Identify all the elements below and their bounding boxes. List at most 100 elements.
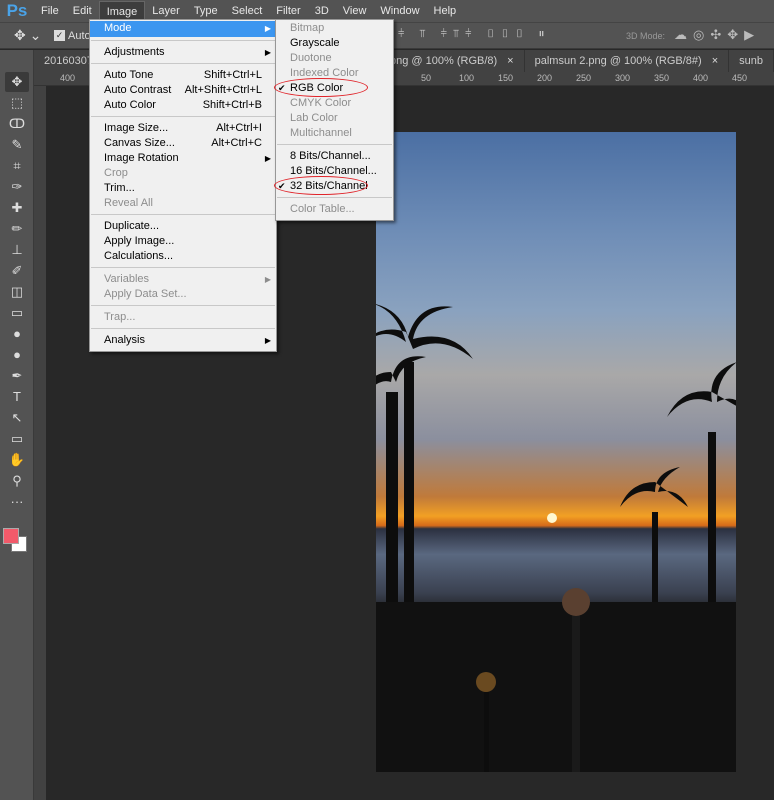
ruler-tick-label: 50 [421,73,432,83]
move-tool-icon[interactable]: ✥ ⌄ [14,27,41,44]
foreground-color-swatch[interactable] [3,528,19,544]
3d-tool-icons[interactable]: ☁◎✣✥▶ [674,27,760,43]
tab-label: sunb [739,55,763,67]
menu-separator [91,328,275,329]
ruler-tick-label: 250 [576,73,592,83]
menu-item-label: Image Size... [104,122,169,134]
menu-item-auto-contrast[interactable]: Auto Contrast Alt+Shift+Ctrl+L [90,83,276,98]
annotation-circle [274,78,368,97]
menu-item-label: Image Rotation [104,152,179,164]
menu-item-label: Crop [104,167,128,179]
document-tab[interactable]: sunb [729,50,774,72]
ruler-tick-label: 200 [537,73,553,83]
menu-select[interactable]: Select [225,1,270,21]
menu-item-adjustments[interactable]: Adjustments ▶ [90,45,276,60]
menu-item-8-bits-channel[interactable]: 8 Bits/Channel... [276,149,393,164]
menu-type[interactable]: Type [187,1,225,21]
menu-item-label: Duplicate... [104,220,160,232]
menu-item-crop: Crop [90,166,276,181]
more-icon[interactable]: ··· [5,492,29,512]
menu-item-grayscale[interactable]: Grayscale [276,36,393,51]
menu-edit[interactable]: Edit [66,1,99,21]
eraser-icon[interactable]: ◫ [5,282,29,302]
submenu-arrow-icon: ▶ [264,275,271,284]
menu-separator [91,116,275,117]
menu-separator [91,40,275,41]
ruler-tick-label: 300 [615,73,631,83]
gradient-icon[interactable]: ▭ [5,303,29,323]
document-tab[interactable]: palmsun 2.png @ 100% (RGB/8#) × [525,50,730,72]
menu-item-image-size[interactable]: Image Size... Alt+Ctrl+I [90,121,276,136]
menu-filter[interactable]: Filter [269,1,307,21]
menu-item-auto-tone[interactable]: Auto Tone Shift+Ctrl+L [90,68,276,83]
shape-icon[interactable]: ▭ [5,429,29,449]
zoom-icon[interactable]: ⚲ [5,471,29,491]
menu-item-bitmap: Bitmap [276,21,393,36]
align-icons[interactable]: ⫩ ⫪ ⫩⫪⫩ ▯▯▯ ⏸ [398,28,550,41]
menu-item-label: Apply Data Set... [104,288,187,300]
healing-icon[interactable]: ✚ [5,198,29,218]
ruler-tick-label: 400 [60,73,76,83]
menu-item-mode[interactable]: Mode ▶ [90,21,276,37]
menu-item-32-bits-channel[interactable]: ✔ 32 Bits/Channel [274,176,393,195]
crop-icon[interactable]: ⌗ [5,156,29,176]
menu-item-analysis[interactable]: Analysis ▶ [90,333,276,348]
menu-item-variables: Variables ▶ [90,272,276,287]
stamp-icon[interactable]: ⊥ [5,240,29,260]
menu-item-image-rotation[interactable]: Image Rotation ▶ [90,151,276,166]
menu-view[interactable]: View [336,1,374,21]
menu-item-label: Color Table... [290,203,355,215]
close-tab-icon[interactable]: × [507,55,513,67]
blur-icon[interactable]: ● [5,324,29,344]
brush-icon[interactable]: ✏ [5,219,29,239]
menu-item-label: Grayscale [290,37,340,49]
menu-item-shortcut: Shift+Ctrl+B [202,99,262,111]
menu-item-label: Lab Color [290,112,338,124]
menu-3d[interactable]: 3D [308,1,336,21]
close-tab-icon[interactable]: × [712,55,718,67]
marquee-icon[interactable]: ⬚ [5,93,29,113]
menu-item-cmyk-color: CMYK Color [276,96,393,111]
move-icon[interactable]: ✥ [5,72,29,92]
menu-item-auto-color[interactable]: Auto Color Shift+Ctrl+B [90,98,276,113]
dodge-icon[interactable]: ● [5,345,29,365]
menu-item-label: Multichannel [290,127,352,139]
menu-item-label: 16 Bits/Channel... [290,165,377,177]
menu-item-shortcut: Alt+Ctrl+C [211,137,262,149]
menu-item-shortcut: Shift+Ctrl+L [203,69,262,81]
menu-file[interactable]: File [34,1,66,21]
menu-item-duplicate[interactable]: Duplicate... [90,219,276,234]
menu-item-reveal-all: Reveal All [90,196,276,211]
quick-select-icon[interactable]: ✎ [5,135,29,155]
menu-layer[interactable]: Layer [145,1,187,21]
lasso-icon[interactable]: ↀ [5,114,29,134]
menu-item-canvas-size[interactable]: Canvas Size... Alt+Ctrl+C [90,136,276,151]
menu-item-duotone: Duotone [276,51,393,66]
submenu-arrow-icon: ▶ [264,48,271,57]
menu-separator [91,63,275,64]
menu-window[interactable]: Window [373,1,426,21]
ruler-tick-label: 100 [459,73,475,83]
menu-separator [277,144,392,145]
menu-item-apply-image[interactable]: Apply Image... [90,234,276,249]
menu-item-trim[interactable]: Trim... [90,181,276,196]
hand-icon[interactable]: ✋ [5,450,29,470]
type-icon[interactable]: T [5,387,29,407]
menu-help[interactable]: Help [427,1,464,21]
menu-item-rgb-color[interactable]: ✔ RGB Color [274,78,393,97]
menu-item-color-table: Color Table... [276,202,393,217]
menu-item-label: Calculations... [104,250,174,262]
menu-item-label: Variables [104,273,150,285]
submenu-arrow-icon: ▶ [264,154,271,163]
menu-separator [91,267,275,268]
menu-image[interactable]: Image [98,1,146,21]
pen-icon[interactable]: ✒ [5,366,29,386]
auto-select-checkbox[interactable]: ✓ [54,30,65,41]
menu-item-label: Canvas Size... [104,137,175,149]
menu-separator [91,214,275,215]
path-select-icon[interactable]: ↖ [5,408,29,428]
menu-item-label: Adjustments [104,46,165,58]
history-brush-icon[interactable]: ✐ [5,261,29,281]
menu-item-calculations[interactable]: Calculations... [90,249,276,264]
eyedropper-icon[interactable]: ✑ [5,177,29,197]
